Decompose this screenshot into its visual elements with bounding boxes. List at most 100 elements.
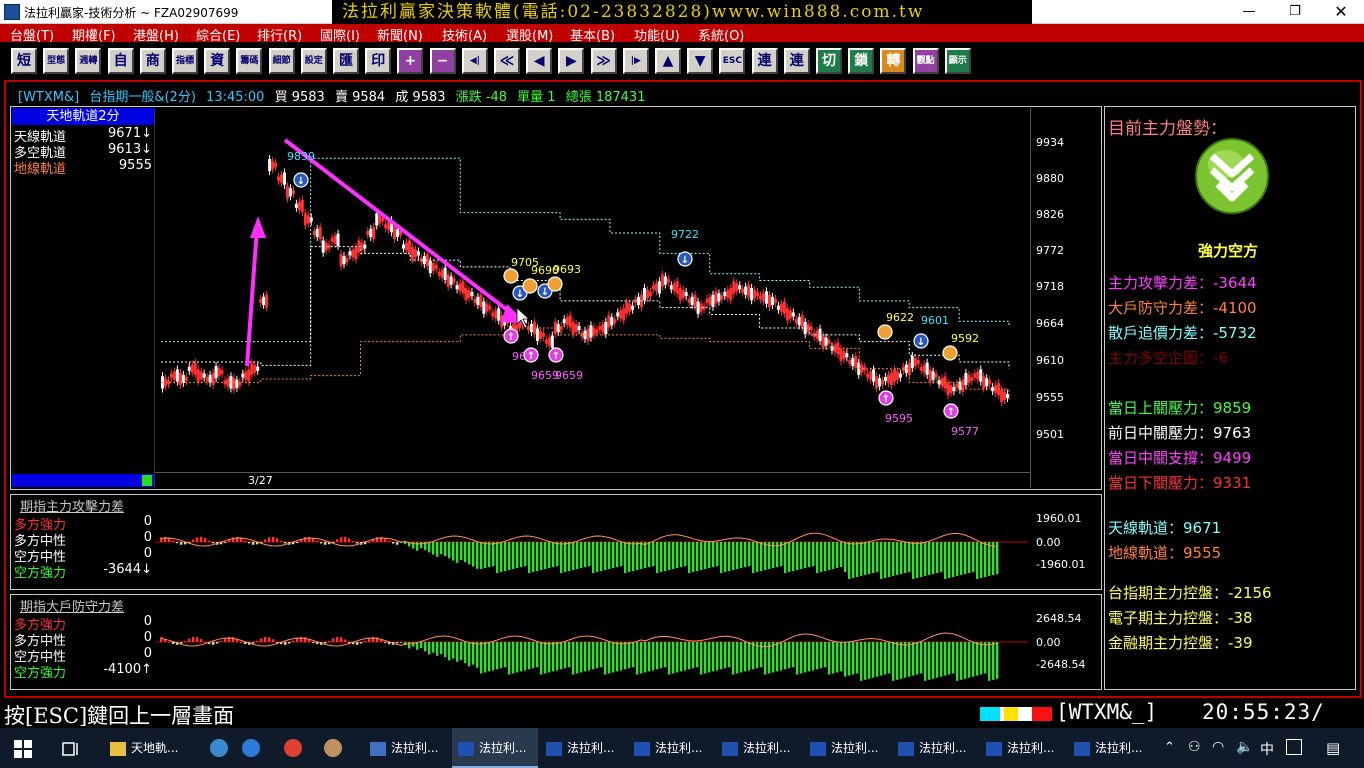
candle-body [985, 378, 989, 387]
volume-icon[interactable]: 🔈 [1236, 739, 1253, 755]
candle-body [280, 174, 284, 183]
scroll-track[interactable] [12, 474, 154, 487]
chrome-icon[interactable] [284, 739, 302, 757]
trend-line [160, 532, 998, 547]
candle-body [714, 291, 718, 304]
explorer-icon[interactable] [210, 739, 228, 757]
notification-icon[interactable]: ▤ [1326, 739, 1340, 757]
taskbar-item[interactable]: 法拉利... [364, 728, 450, 768]
toolbar-button[interactable]: |▶ [622, 48, 649, 74]
toolbar-button[interactable]: ESC [719, 48, 746, 74]
toolbar-button[interactable]: 自 [107, 48, 134, 74]
minimize-button[interactable]: — [1226, 0, 1272, 24]
taskbar-item[interactable]: 法拉利... [804, 728, 890, 768]
candle-body [565, 317, 569, 326]
candle-body [851, 357, 855, 367]
taskbar-item[interactable]: 天地軌... [104, 728, 190, 768]
candle-body [770, 296, 774, 305]
taskbar-item[interactable]: 法拉利... [452, 728, 538, 768]
taskbar-item[interactable]: 法拉利... [628, 728, 714, 768]
toolbar-button[interactable]: 商 [139, 48, 166, 74]
histogram-bar [544, 642, 547, 674]
toolbar-button[interactable]: ◀| [461, 48, 488, 74]
histogram-bar [900, 542, 903, 574]
histogram-bar [720, 642, 723, 670]
toolbar-button[interactable]: ≫ [590, 48, 617, 74]
toolbar-button[interactable]: 籌碼 [236, 48, 263, 74]
scroll-thumb[interactable] [142, 475, 152, 486]
toolbar-button[interactable]: + [397, 48, 424, 74]
toolbar-button[interactable]: 鎖 [848, 48, 875, 74]
toolbar-button[interactable]: − [429, 48, 456, 74]
candle-body [848, 359, 852, 365]
close-button[interactable]: ✕ [1318, 0, 1364, 24]
candle-body [247, 369, 251, 382]
histogram-bar [168, 538, 171, 542]
candle-body [568, 315, 572, 328]
toolbar-button[interactable]: 觀點 [912, 48, 939, 74]
toolbar-button[interactable]: ◀ [526, 48, 553, 74]
histogram-bar [840, 542, 843, 567]
histogram-bar [476, 542, 479, 569]
candle-body [241, 373, 245, 378]
sell-signal-icon: ↓ [293, 172, 309, 188]
app-chart-icon [546, 741, 562, 756]
toolbar-button[interactable]: ▲ [655, 48, 681, 74]
toolbar-button[interactable]: 連 [783, 48, 810, 74]
histogram-bar [624, 642, 627, 670]
toolbar-button[interactable]: ≪ [494, 48, 520, 74]
toolbar-button[interactable]: 短 [11, 48, 37, 74]
task-view-icon[interactable] [62, 740, 80, 758]
taskbar-item[interactable]: 法拉利... [892, 728, 978, 768]
taskbar-item[interactable]: 法拉利... [540, 728, 626, 768]
network-icon[interactable]: ⚇ [1188, 739, 1201, 755]
histogram-bar [824, 642, 827, 668]
trend-stat: 主力攻擊力差：-3644 [1108, 274, 1257, 292]
tray-chevron-icon[interactable]: ⌃ [1164, 740, 1175, 755]
candle-body [955, 383, 959, 388]
histogram-bar [180, 642, 183, 644]
toolbar-button[interactable]: 型態 [43, 48, 70, 74]
candle-body [741, 288, 745, 293]
candle-body [928, 369, 932, 382]
paint-icon[interactable] [324, 739, 342, 757]
taskbar-item[interactable]: 法拉利... [980, 728, 1066, 768]
windows-start-icon[interactable] [14, 740, 32, 758]
ime-mode-icon[interactable] [1286, 739, 1302, 755]
toolbar-button[interactable]: ▶ [558, 48, 585, 74]
candle-body [794, 319, 798, 324]
ie-icon[interactable] [242, 739, 260, 757]
ime-indicator[interactable]: 中 [1260, 739, 1274, 759]
middle-orbit-line [161, 246, 1010, 369]
toolbar-button[interactable]: 設定 [300, 48, 327, 74]
histogram-bar [576, 542, 579, 569]
taskbar-item[interactable]: 法拉利... [1068, 728, 1154, 768]
toolbar-button[interactable]: 細節 [268, 48, 295, 74]
buy-signal-icon: ↑ [878, 390, 894, 406]
taskbar-item[interactable]: 法拉利... [716, 728, 802, 768]
toolbar-button[interactable]: 切 [816, 48, 842, 74]
histogram-bar [708, 642, 711, 673]
candle-body [479, 294, 483, 307]
toolbar-button[interactable]: 連 [751, 48, 778, 74]
candle-body [773, 298, 777, 303]
wifi-icon[interactable]: ◠ [1212, 739, 1224, 755]
toolbar-button[interactable]: 匯 [333, 48, 359, 74]
date-label: 3/27 [248, 474, 273, 487]
trend-stat: 台指期主力控盤：-2156 [1108, 584, 1272, 602]
toolbar-button[interactable]: 週轉 [75, 48, 102, 74]
toolbar-button[interactable]: ▼ [687, 48, 714, 74]
toolbar-button[interactable]: 印 [365, 48, 392, 74]
histogram-bar [272, 536, 275, 542]
histogram-bar [356, 542, 359, 544]
toolbar-button[interactable]: 顯示 [944, 48, 971, 74]
histogram-bar [848, 542, 851, 579]
candle-body [779, 303, 783, 312]
toolbar-button[interactable]: 轉 [880, 48, 907, 74]
restore-button[interactable]: ❐ [1272, 0, 1318, 24]
toolbar-button[interactable]: 資 [204, 48, 231, 74]
histogram-bar [804, 642, 807, 673]
histogram-bar [644, 542, 647, 568]
candle-body [482, 301, 486, 314]
toolbar-button[interactable]: 指標 [172, 48, 198, 74]
